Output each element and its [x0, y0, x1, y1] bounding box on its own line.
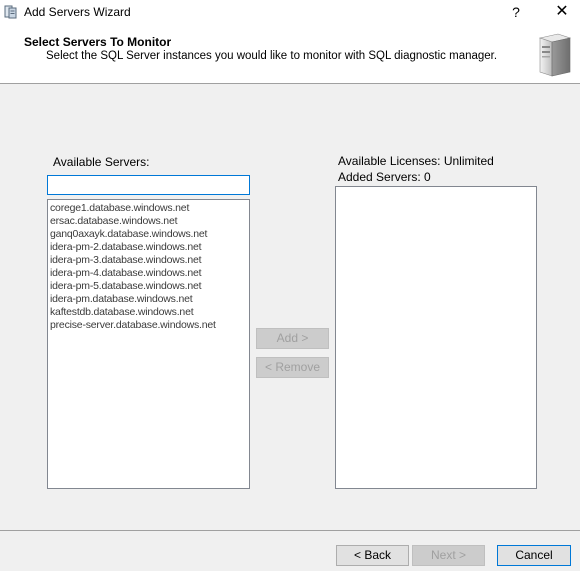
added-servers-list[interactable] [335, 186, 537, 489]
list-item[interactable]: idera-pm.database.windows.net [50, 293, 247, 306]
list-item[interactable]: idera-pm-4.database.windows.net [50, 267, 247, 280]
back-button[interactable]: < Back [336, 545, 409, 566]
list-item[interactable]: precise-server.database.windows.net [50, 319, 247, 332]
list-item[interactable]: ganq0axayk.database.windows.net [50, 228, 247, 241]
title-bar: Add Servers Wizard ? ✕ [0, 0, 580, 26]
add-button[interactable]: Add > [256, 328, 329, 349]
wizard-server-icon [4, 5, 18, 19]
list-item[interactable]: corege1.database.windows.net [50, 202, 247, 215]
close-button[interactable]: ✕ [548, 2, 576, 22]
available-servers-list[interactable]: corege1.database.windows.net ersac.databa… [47, 199, 250, 489]
page-title: Select Servers To Monitor [24, 35, 172, 49]
help-button[interactable]: ? [504, 2, 528, 22]
window-title: Add Servers Wizard [24, 5, 131, 19]
page-subtitle: Select the SQL Server instances you woul… [46, 50, 498, 62]
added-servers-label: Added Servers: 0 [338, 170, 431, 184]
server-tower-icon [536, 30, 572, 78]
available-servers-label: Available Servers: [53, 155, 150, 169]
list-item[interactable]: ersac.database.windows.net [50, 215, 247, 228]
list-item[interactable]: idera-pm-3.database.windows.net [50, 254, 247, 267]
list-item[interactable]: kaftestdb.database.windows.net [50, 306, 247, 319]
list-item[interactable]: idera-pm-2.database.windows.net [50, 241, 247, 254]
available-licenses-label: Available Licenses: Unlimited [338, 154, 494, 168]
wizard-header: Select Servers To Monitor Select the SQL… [0, 26, 580, 84]
cancel-button[interactable]: Cancel [497, 545, 571, 566]
list-item[interactable]: idera-pm-5.database.windows.net [50, 280, 247, 293]
remove-button[interactable]: < Remove [256, 357, 329, 378]
search-input[interactable] [47, 175, 250, 195]
footer-divider [0, 530, 580, 531]
next-button[interactable]: Next > [412, 545, 485, 566]
